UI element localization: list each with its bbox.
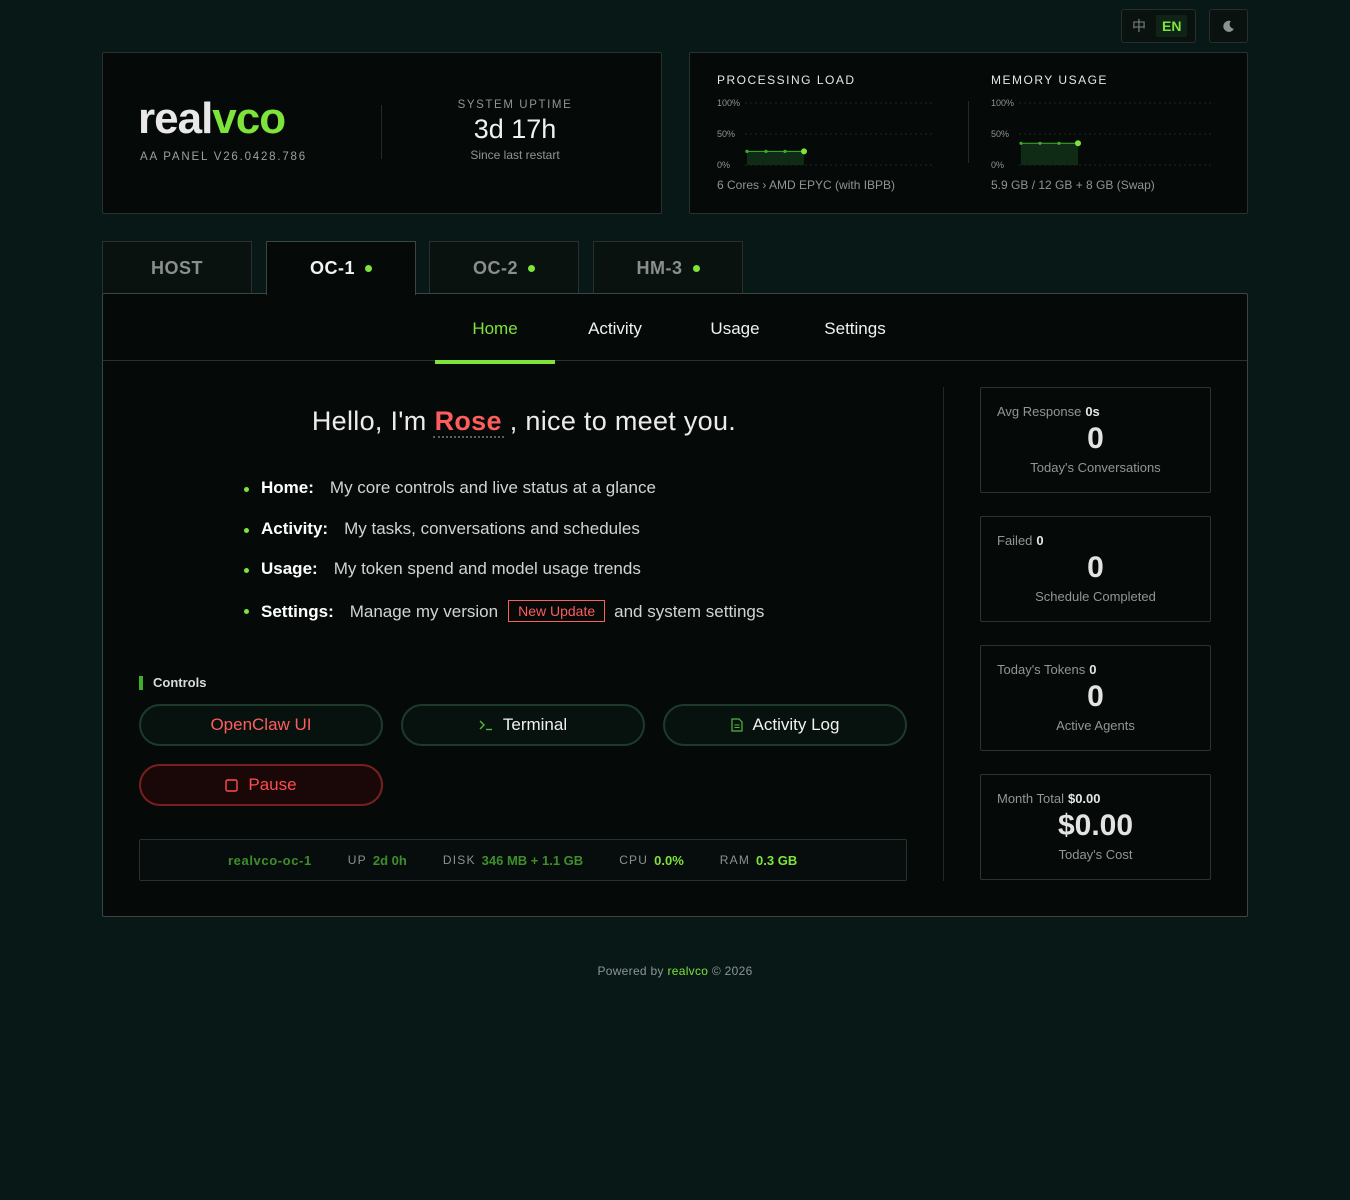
list-item: Usage: My token spend and model usage tre…	[243, 559, 764, 600]
footer-brand-link[interactable]: realvco	[667, 964, 708, 978]
status-dot	[692, 264, 700, 272]
processing-load-title: PROCESSING LOAD	[717, 73, 856, 87]
tab-hm-3[interactable]: HM-3	[593, 241, 743, 294]
data-point	[1057, 141, 1061, 145]
divider	[943, 387, 944, 881]
status-dot	[365, 265, 372, 272]
uptime-label: SYSTEM UPTIME	[457, 99, 573, 111]
tab-settings[interactable]: Settings	[795, 294, 915, 364]
terminal-button[interactable]: Terminal	[401, 704, 645, 746]
data-point	[1019, 141, 1023, 145]
document-icon	[730, 718, 743, 732]
cpu-value: 0.0%	[654, 852, 684, 868]
stop-icon	[225, 778, 239, 792]
tab-oc-1[interactable]: OC-1	[266, 241, 416, 295]
data-point	[764, 149, 768, 153]
tick-label: 100%	[991, 98, 1014, 108]
lang-option-zh[interactable]: 中	[1126, 13, 1152, 39]
data-point	[801, 148, 807, 155]
language-toggle[interactable]: 中 EN	[1121, 9, 1196, 43]
container-status-bar: realvco-oc-1 UP 2d 0h DISK 346 MB + 1.1 GB…	[139, 839, 907, 881]
openclaw-ui-button[interactable]: OpenClaw UI	[139, 704, 383, 746]
metric-card-cost: Month Total $0.00 $0.00 Today's Cost	[980, 774, 1211, 880]
processing-load: PROCESSING LOAD 100% 50% 0% 6 Cores › AMD …	[717, 73, 947, 192]
feature-list: Home: My core controls and live status at…	[243, 478, 764, 640]
list-item: Home: My core controls and live status at…	[243, 478, 764, 519]
moon-icon	[1223, 20, 1234, 32]
terminal-icon	[479, 720, 492, 731]
uptime-value: 3d 17h	[473, 114, 557, 144]
logo: realvco	[138, 94, 286, 143]
series-area	[747, 151, 804, 165]
system-stats-panel: PROCESSING LOAD 100% 50% 0% 6 Cores › AMD …	[689, 52, 1248, 214]
container-name: realvco-oc-1	[228, 852, 312, 868]
memory-usage: MEMORY USAGE 100% 50% 0% 5.9 GB / 12 GB + …	[991, 73, 1221, 192]
brand-panel: realvco AA PANEL V26.0428.786 SYSTEM UPT…	[102, 52, 662, 214]
greeting: Hello, I'm Rose, nice to meet you.	[311, 406, 737, 438]
series-area	[1021, 143, 1078, 165]
controls-heading: Controls	[139, 676, 206, 690]
theme-toggle-button[interactable]	[1209, 9, 1248, 43]
tick-label: 50%	[717, 129, 735, 139]
list-item: Settings: Manage my version New Update and …	[243, 599, 764, 641]
disk-value: 346 MB + 1.1 GB	[481, 852, 584, 868]
data-point	[745, 149, 749, 153]
tab-host[interactable]: HOST	[102, 241, 252, 294]
data-point	[1075, 140, 1081, 147]
panel-version: AA PANEL V26.0428.786	[140, 151, 307, 163]
tick-label: 0%	[717, 160, 730, 169]
main-panel: Home Activity Usage Settings Hello, I'm R…	[102, 293, 1248, 917]
list-item: Activity: My tasks, conversations and sch…	[243, 519, 764, 560]
activity-log-button[interactable]: Activity Log	[663, 704, 907, 746]
agent-name[interactable]: Rose	[432, 406, 504, 438]
memory-usage-title: MEMORY USAGE	[991, 73, 1108, 87]
memory-usage-footer: 5.9 GB / 12 GB + 8 GB (Swap)	[991, 178, 1155, 192]
tab-oc-2[interactable]: OC-2	[429, 241, 579, 294]
memory-usage-chart: 100% 50% 0%	[991, 98, 1213, 169]
metric-card-agents: Today's Tokens 0 0 Active Agents	[980, 645, 1211, 751]
data-point	[1038, 141, 1042, 145]
status-dot	[528, 264, 535, 272]
metric-card-conversations: Avg Response 0s 0 Today's Conversations	[980, 387, 1211, 493]
divider	[968, 101, 969, 163]
processing-load-footer: 6 Cores › AMD EPYC (with IBPB)	[717, 178, 896, 192]
divider	[381, 105, 382, 159]
tab-home[interactable]: Home	[435, 294, 555, 364]
tick-label: 50%	[991, 129, 1009, 139]
subnav: Home Activity Usage Settings	[103, 294, 1247, 364]
footer: Powered by realvco © 2026	[597, 964, 753, 978]
tick-label: 0%	[991, 160, 1004, 169]
metric-card-schedules: Failed 0 0 Schedule Completed	[980, 516, 1211, 622]
up-value: 2d 0h	[372, 852, 407, 868]
pause-button[interactable]: Pause	[139, 764, 383, 806]
system-uptime: SYSTEM UPTIME 3d 17h Since last restart	[415, 99, 615, 162]
ram-value: 0.3 GB	[756, 852, 798, 868]
tick-label: 100%	[717, 98, 740, 108]
uptime-subtitle: Since last restart	[470, 148, 560, 162]
tab-usage[interactable]: Usage	[675, 294, 795, 364]
data-point	[783, 149, 787, 153]
tab-activity[interactable]: Activity	[555, 294, 675, 364]
lang-option-en[interactable]: EN	[1156, 15, 1188, 37]
new-update-badge[interactable]: New Update	[508, 599, 606, 622]
processing-load-chart: 100% 50% 0%	[717, 98, 935, 169]
